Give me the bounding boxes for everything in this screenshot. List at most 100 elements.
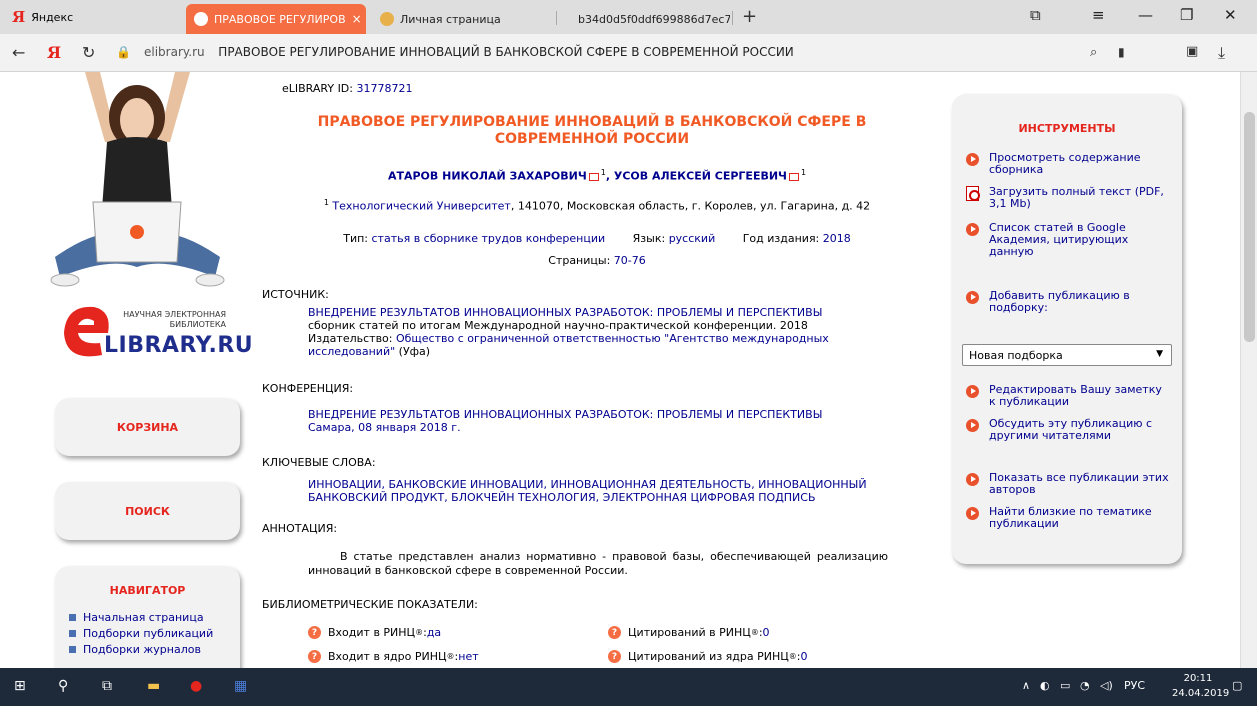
- task-view-icon[interactable]: ⧉: [102, 678, 112, 694]
- scrollbar-thumb[interactable]: [1244, 112, 1255, 342]
- tab-yandex[interactable]: Я Яндекс: [0, 0, 185, 34]
- tray-chevron-icon[interactable]: ∧: [1022, 679, 1030, 692]
- tab-article-label: ПРАВОВОЕ РЕГУЛИРОВ: [214, 12, 346, 26]
- nav-item-pub-collections[interactable]: Подборки публикаций: [69, 625, 240, 641]
- conference-link[interactable]: ВНЕДРЕНИЕ РЕЗУЛЬТАТОВ ИННОВАЦИОННЫХ РАЗР…: [308, 408, 888, 421]
- notifications-icon[interactable]: ▢: [1232, 679, 1242, 692]
- tab-hash-label: b34d0d5f0ddf699886d7ec7: [578, 12, 730, 26]
- metric-rinc-core-value[interactable]: нет: [458, 650, 478, 663]
- menu-icon[interactable]: ≡: [1092, 6, 1105, 24]
- tool-similar-publications[interactable]: Найти близкие по тематике публикации: [966, 506, 1171, 530]
- windows-start-icon[interactable]: ⊞: [14, 678, 26, 694]
- close-window-icon[interactable]: ✕: [1224, 6, 1237, 24]
- affiliation: 1 Технологический Университет, 141070, М…: [323, 198, 871, 213]
- new-tab-button[interactable]: +: [742, 6, 757, 27]
- conference-place[interactable]: Самара, 08 января 2018 г.: [308, 421, 888, 434]
- bibliometrics-heading: БИБЛИОМЕТРИЧЕСКИЕ ПОКАЗАТЕЛИ:: [262, 598, 478, 611]
- play-icon: [966, 291, 979, 304]
- yandex-button-icon[interactable]: Я: [47, 43, 61, 62]
- tab-personal-page[interactable]: Личная страница: [372, 4, 542, 34]
- tab-divider: [732, 11, 733, 25]
- help-icon[interactable]: ?: [308, 650, 321, 663]
- yandex-browser-icon[interactable]: ●: [190, 678, 202, 694]
- help-icon[interactable]: ?: [608, 626, 621, 639]
- page-scrollbar[interactable]: [1240, 72, 1257, 668]
- tray-volume-icon[interactable]: ◁): [1100, 679, 1113, 692]
- taskbar-clock[interactable]: 20:11 24.04.2019: [1172, 671, 1230, 701]
- search-link[interactable]: ПОИСК: [55, 505, 240, 518]
- input-language[interactable]: РУС: [1124, 679, 1145, 692]
- tab-hash[interactable]: b34d0d5f0ddf699886d7ec7: [570, 4, 730, 34]
- play-icon: [966, 419, 979, 432]
- download-icon[interactable]: ⤓: [1218, 43, 1225, 63]
- tool-discuss[interactable]: Обсудить эту публикацию с другими читате…: [966, 418, 1171, 442]
- tools-title: ИНСТРУМЕНТЫ: [1018, 122, 1116, 135]
- nav-item-home[interactable]: Начальная страница: [69, 609, 240, 625]
- word-icon[interactable]: ▦: [234, 678, 247, 694]
- tool-edit-note[interactable]: Редактировать Вашу заметку к публикации: [966, 384, 1171, 408]
- cart-box[interactable]: КОРЗИНА: [55, 398, 240, 456]
- collection-select[interactable]: Новая подборка ▼: [962, 344, 1172, 366]
- metric-rinc-value[interactable]: да: [427, 626, 441, 639]
- tool-author-publications[interactable]: Показать все публикации этих авторов: [966, 472, 1171, 496]
- tray-network-icon[interactable]: ◐: [1040, 679, 1050, 692]
- url-page-title: ПРАВОВОЕ РЕГУЛИРОВАНИЕ ИННОВАЦИЙ В БАНКО…: [218, 45, 794, 59]
- cart-link[interactable]: КОРЗИНА: [55, 421, 240, 434]
- file-explorer-icon[interactable]: ▬: [147, 678, 160, 694]
- logo-subtitle: НАУЧНАЯ ЭЛЕКТРОННАЯ БИБЛИОТЕКА: [123, 310, 226, 329]
- tray-battery-icon[interactable]: ▭: [1060, 679, 1070, 692]
- source-link[interactable]: ВНЕДРЕНИЕ РЕЗУЛЬТАТОВ ИННОВАЦИОННЫХ РАЗР…: [308, 306, 888, 319]
- year-link[interactable]: 2018: [823, 232, 851, 245]
- header-photo: [50, 72, 225, 287]
- annotation-text: В статье представлен анализ нормативно -…: [308, 550, 888, 577]
- tool-add-to-collection[interactable]: Добавить публикацию в подборку:: [966, 290, 1171, 314]
- pages-meta: Страницы: 70-76: [548, 254, 646, 267]
- keywords-links[interactable]: ИННОВАЦИИ, БАНКОВСКИЕ ИННОВАЦИИ, ИННОВАЦ…: [308, 478, 888, 504]
- address-bar: ← Я ↻ 🔒 elibrary.ru ПРАВОВОЕ РЕГУЛИРОВАН…: [0, 34, 1257, 72]
- url-field[interactable]: elibrary.ru ПРАВОВОЕ РЕГУЛИРОВАНИЕ ИННОВ…: [144, 45, 794, 59]
- mail-icon[interactable]: [788, 172, 799, 181]
- authors: АТАРОВ НИКОЛАЙ ЗАХАРОВИЧ 1, УСОВ АЛЕКСЕЙ …: [387, 168, 807, 183]
- tool-view-contents[interactable]: Просмотреть содержание сборника: [966, 152, 1171, 176]
- back-arrow-icon[interactable]: ←: [12, 43, 25, 62]
- yandex-logo-icon: Я: [12, 8, 26, 26]
- tab-close-icon[interactable]: ×: [352, 12, 362, 26]
- metric-rinc-core-citations-value[interactable]: 0: [801, 650, 808, 663]
- affiliation-link[interactable]: Технологический Университет: [332, 200, 510, 213]
- elibrary-id-link[interactable]: 31778721: [356, 82, 412, 95]
- play-icon: [966, 153, 979, 166]
- type-link[interactable]: статья в сборнике трудов конференции: [372, 232, 606, 245]
- tool-google-scholar[interactable]: Список статей в Google Академия, цитирую…: [966, 222, 1171, 258]
- help-icon[interactable]: ?: [608, 650, 621, 663]
- search-icon[interactable]: ⌕: [1090, 45, 1097, 60]
- search-box[interactable]: ПОИСК: [55, 482, 240, 540]
- metric-rinc-core: ? Входит в ядро РИНЦ ®: нет: [308, 650, 479, 663]
- tab-yandex-label: Яндекс: [31, 10, 74, 24]
- tool-download-pdf[interactable]: Загрузить полный текст (PDF, 3,1 Mb): [966, 186, 1171, 210]
- minimize-icon[interactable]: —: [1138, 6, 1153, 24]
- reload-icon[interactable]: ↻: [82, 43, 95, 62]
- play-icon: [966, 507, 979, 520]
- tray-wifi-icon[interactable]: ◔: [1080, 679, 1090, 692]
- bullet-icon: [69, 613, 76, 621]
- pdf-icon: [966, 186, 980, 201]
- extension-icon[interactable]: ▣: [1186, 44, 1198, 59]
- maximize-icon[interactable]: ❐: [1180, 6, 1193, 24]
- author-2-link[interactable]: УСОВ АЛЕКСЕЙ СЕРГЕЕВИЧ: [614, 170, 787, 183]
- tabs-icon[interactable]: ⧉: [1030, 6, 1041, 24]
- clock-date: 24.04.2019: [1172, 688, 1230, 699]
- pages-link[interactable]: 70-76: [614, 254, 646, 267]
- help-icon[interactable]: ?: [308, 626, 321, 639]
- bookmark-icon[interactable]: ▮: [1118, 45, 1125, 59]
- search-icon[interactable]: ⚲: [58, 678, 68, 694]
- author-1-link[interactable]: АТАРОВ НИКОЛАЙ ЗАХАРОВИЧ: [388, 170, 587, 183]
- mail-icon[interactable]: [588, 172, 599, 181]
- metric-rinc-citations-value[interactable]: 0: [763, 626, 770, 639]
- article-title: ПРАВОВОЕ РЕГУЛИРОВАНИЕ ИННОВАЦИЙ В БАНКО…: [317, 114, 867, 147]
- elibrary-logo[interactable]: НАУЧНАЯ ЭЛЕКТРОННАЯ БИБЛИОТЕКА LIBRARY.R…: [50, 297, 253, 362]
- tab-article[interactable]: ПРАВОВОЕ РЕГУЛИРОВ ×: [186, 4, 366, 34]
- nav-item-journal-collections[interactable]: Подборки журналов: [69, 641, 240, 657]
- language-link[interactable]: русский: [669, 232, 716, 245]
- tab-personal-page-label: Личная страница: [400, 12, 501, 26]
- tab-divider: [556, 11, 557, 25]
